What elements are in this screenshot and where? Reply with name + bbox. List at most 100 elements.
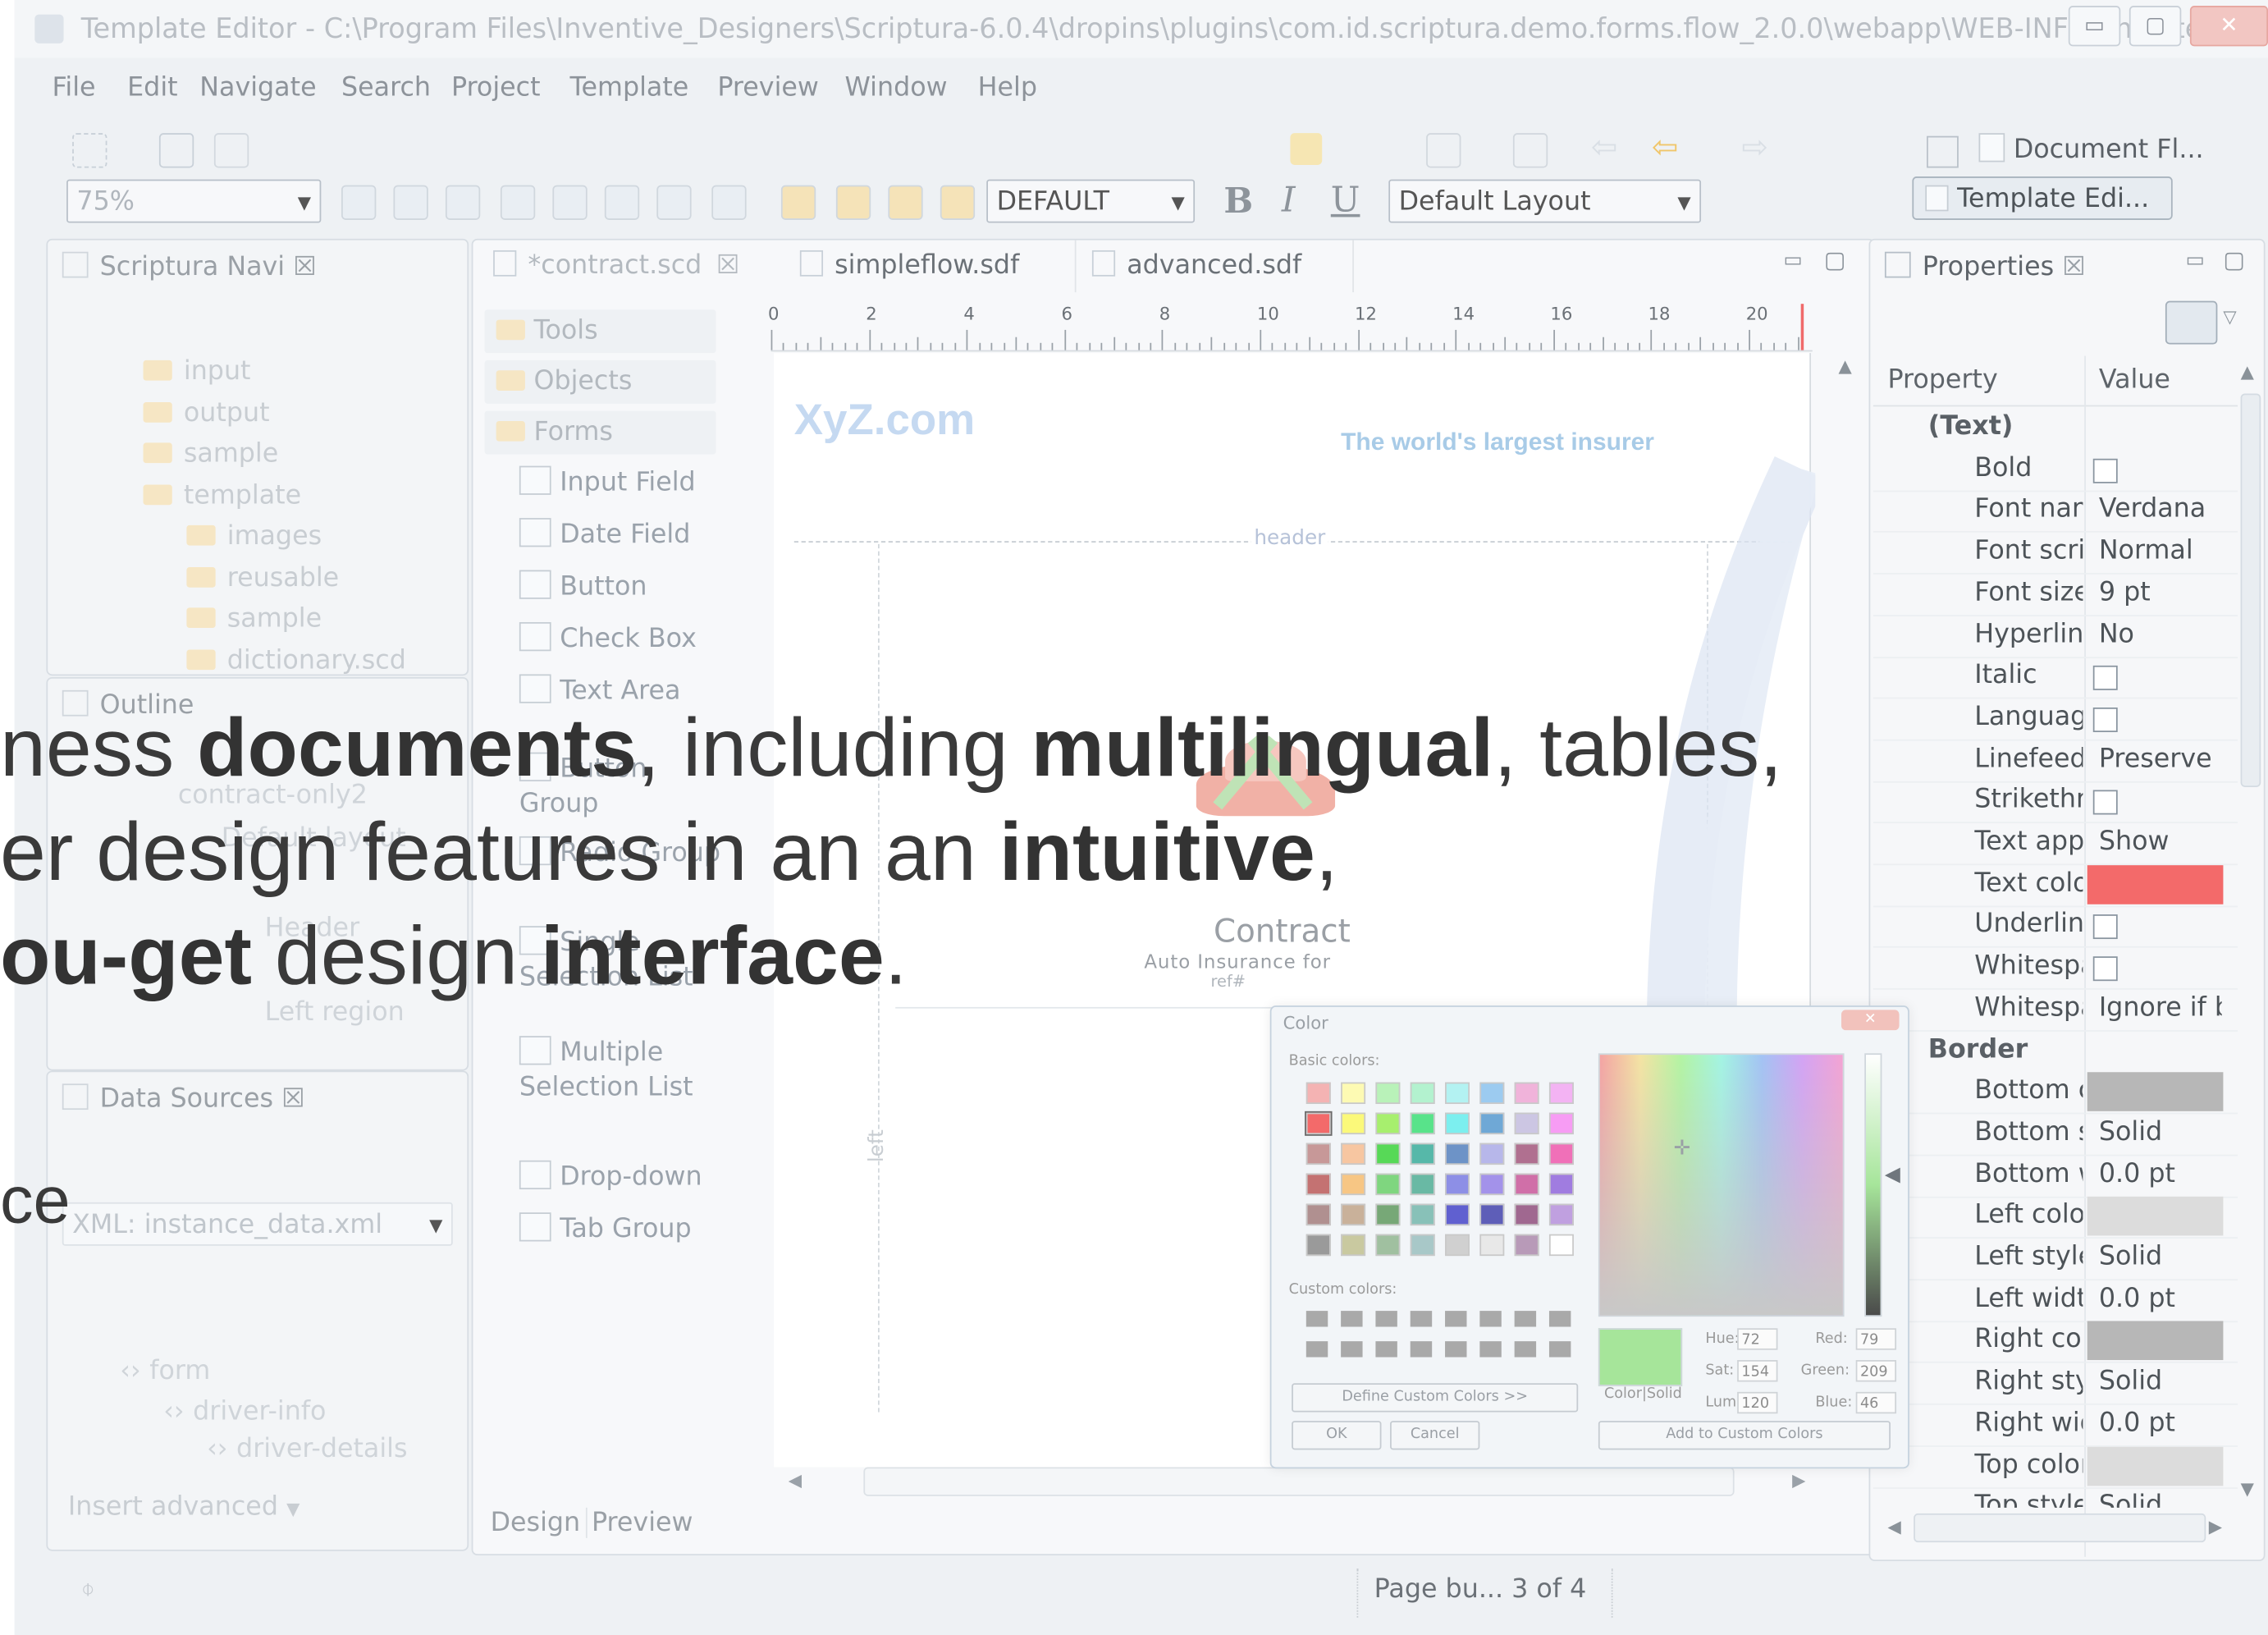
align-center-icon[interactable] xyxy=(835,185,871,220)
cancel-button[interactable]: Cancel xyxy=(1390,1421,1480,1450)
basic-color-swatch[interactable] xyxy=(1305,1082,1331,1105)
basic-color-swatch[interactable] xyxy=(1375,1203,1401,1226)
property-value[interactable]: Normal xyxy=(2099,535,2222,566)
basic-color-swatch[interactable] xyxy=(1445,1234,1470,1257)
tree-item[interactable]: sample xyxy=(186,603,322,634)
property-color-swatch[interactable] xyxy=(2087,1445,2224,1486)
hue-input[interactable]: 72 xyxy=(1737,1328,1778,1350)
data-source-item[interactable]: ‹› driver-details xyxy=(207,1434,407,1464)
property-row[interactable]: Bottom width 0.0 pt xyxy=(1872,1156,2238,1198)
palette-item[interactable]: Input Field xyxy=(519,465,722,501)
property-row[interactable]: Bottom color xyxy=(1872,1072,2238,1115)
basic-color-swatch[interactable] xyxy=(1514,1173,1539,1196)
property-row[interactable]: Right width 0.0 pt xyxy=(1872,1404,2238,1447)
basic-color-swatch[interactable] xyxy=(1548,1112,1574,1135)
show-categories-icon[interactable] xyxy=(2165,300,2218,345)
custom-color-swatch[interactable] xyxy=(1445,1311,1467,1327)
property-row[interactable]: Italic xyxy=(1872,657,2238,699)
property-row[interactable]: Underline xyxy=(1872,906,2238,949)
property-row[interactable]: Text color xyxy=(1872,864,2238,907)
property-row[interactable]: Linefeed Preserve xyxy=(1872,740,2238,782)
palette-item[interactable]: Tab Group xyxy=(519,1212,722,1247)
properties-hscrollbar[interactable] xyxy=(1914,1513,2206,1543)
property-value[interactable]: 9 pt xyxy=(2099,577,2222,607)
menu-file[interactable]: File xyxy=(52,72,95,103)
property-checkbox[interactable] xyxy=(2092,458,2118,483)
palette-drawer[interactable]: Objects xyxy=(484,360,716,404)
text-icon[interactable] xyxy=(341,185,377,220)
custom-color-swatch[interactable] xyxy=(1548,1341,1571,1358)
basic-color-swatch[interactable] xyxy=(1341,1203,1366,1226)
table-icon[interactable] xyxy=(500,185,536,220)
property-column-header[interactable]: Property xyxy=(1887,364,1997,395)
property-checkbox[interactable] xyxy=(2092,707,2118,732)
palette-drawer[interactable]: Forms xyxy=(484,410,716,455)
basic-color-swatch[interactable] xyxy=(1445,1173,1470,1196)
custom-color-swatch[interactable] xyxy=(1548,1311,1571,1327)
palette-item[interactable]: Drop-down xyxy=(519,1160,722,1195)
maximize-view-icon[interactable]: ▢ xyxy=(2223,246,2245,273)
property-color-swatch[interactable] xyxy=(2087,1072,2224,1112)
bold-button[interactable]: B xyxy=(1223,180,1253,222)
new-icon[interactable] xyxy=(72,133,107,168)
menu-help[interactable]: Help xyxy=(978,72,1037,103)
tree-item[interactable]: output xyxy=(143,397,270,428)
barcode-icon[interactable] xyxy=(604,185,640,220)
open-perspective-icon[interactable] xyxy=(1927,135,1959,168)
chart-icon[interactable] xyxy=(552,185,588,220)
property-value[interactable]: 0.0 pt xyxy=(2099,1158,2222,1188)
property-row[interactable]: Right color xyxy=(1872,1321,2238,1364)
color-spectrum[interactable] xyxy=(1598,1053,1845,1317)
scroll-up-icon[interactable]: ▲ xyxy=(2241,362,2254,382)
palette-item[interactable]: Check Box xyxy=(519,622,722,657)
data-source-item[interactable]: ‹› form xyxy=(120,1356,210,1386)
property-section[interactable]: Border xyxy=(1928,1034,2028,1065)
editor-tab[interactable]: simpleflow.sdf xyxy=(799,240,1077,293)
basic-color-swatch[interactable] xyxy=(1341,1112,1366,1135)
property-row[interactable]: Font size 9 pt xyxy=(1872,574,2238,616)
basic-color-swatch[interactable] xyxy=(1341,1082,1366,1105)
align-justify-icon[interactable] xyxy=(940,185,976,220)
basic-color-swatch[interactable] xyxy=(1548,1173,1574,1196)
hash-icon[interactable] xyxy=(656,185,692,220)
palette-item[interactable]: Button xyxy=(519,570,722,605)
property-color-swatch[interactable] xyxy=(2087,1321,2224,1361)
forward-icon[interactable]: ⇨ xyxy=(1741,131,1768,167)
basic-color-swatch[interactable] xyxy=(1410,1082,1435,1105)
basic-color-swatch[interactable] xyxy=(1375,1082,1401,1105)
basic-color-swatch[interactable] xyxy=(1514,1112,1539,1135)
tab-data-sources[interactable]: Data Sources ☒ xyxy=(62,1083,305,1114)
property-row[interactable]: Left width 0.0 pt xyxy=(1872,1280,2238,1322)
tree-item[interactable]: template xyxy=(143,479,301,510)
basic-color-swatch[interactable] xyxy=(1341,1143,1366,1166)
basic-color-swatch[interactable] xyxy=(1410,1203,1435,1226)
menu-template[interactable]: Template xyxy=(570,72,689,103)
save-icon[interactable] xyxy=(158,133,194,168)
zoom-combo[interactable]: 75% ▼ xyxy=(66,179,322,223)
custom-color-swatch[interactable] xyxy=(1375,1341,1397,1358)
scroll-left-icon[interactable]: ◀ xyxy=(1887,1516,1900,1537)
custom-color-swatch[interactable] xyxy=(1341,1311,1363,1327)
custom-color-swatch[interactable] xyxy=(1410,1311,1433,1327)
basic-color-swatch[interactable] xyxy=(1479,1112,1505,1135)
close-button[interactable]: ✕ xyxy=(2189,6,2268,47)
tree-item[interactable]: sample xyxy=(143,438,278,469)
green-input[interactable]: 209 xyxy=(1855,1360,1897,1382)
property-row[interactable]: Left color xyxy=(1872,1197,2238,1239)
menu-search[interactable]: Search xyxy=(341,72,431,103)
property-row[interactable]: Font script Normal xyxy=(1872,533,2238,575)
basic-color-swatch[interactable] xyxy=(1479,1143,1505,1166)
property-row[interactable]: Right style Solid xyxy=(1872,1363,2238,1405)
property-row[interactable]: Left style Solid xyxy=(1872,1239,2238,1281)
custom-color-swatch[interactable] xyxy=(1375,1311,1397,1327)
property-row[interactable]: Whitespace handling Ignore if b xyxy=(1872,989,2238,1032)
property-checkbox[interactable] xyxy=(2092,666,2118,691)
tree-item[interactable]: input xyxy=(143,356,251,387)
property-value[interactable]: Solid xyxy=(2099,1117,2222,1147)
property-value[interactable]: Solid xyxy=(2099,1241,2222,1271)
ok-button[interactable]: OK xyxy=(1292,1421,1382,1450)
basic-color-swatch[interactable] xyxy=(1548,1203,1574,1226)
basic-color-swatch[interactable] xyxy=(1479,1173,1505,1196)
tree-item[interactable]: dictionary.scd xyxy=(186,644,406,675)
menu-project[interactable]: Project xyxy=(451,72,541,103)
